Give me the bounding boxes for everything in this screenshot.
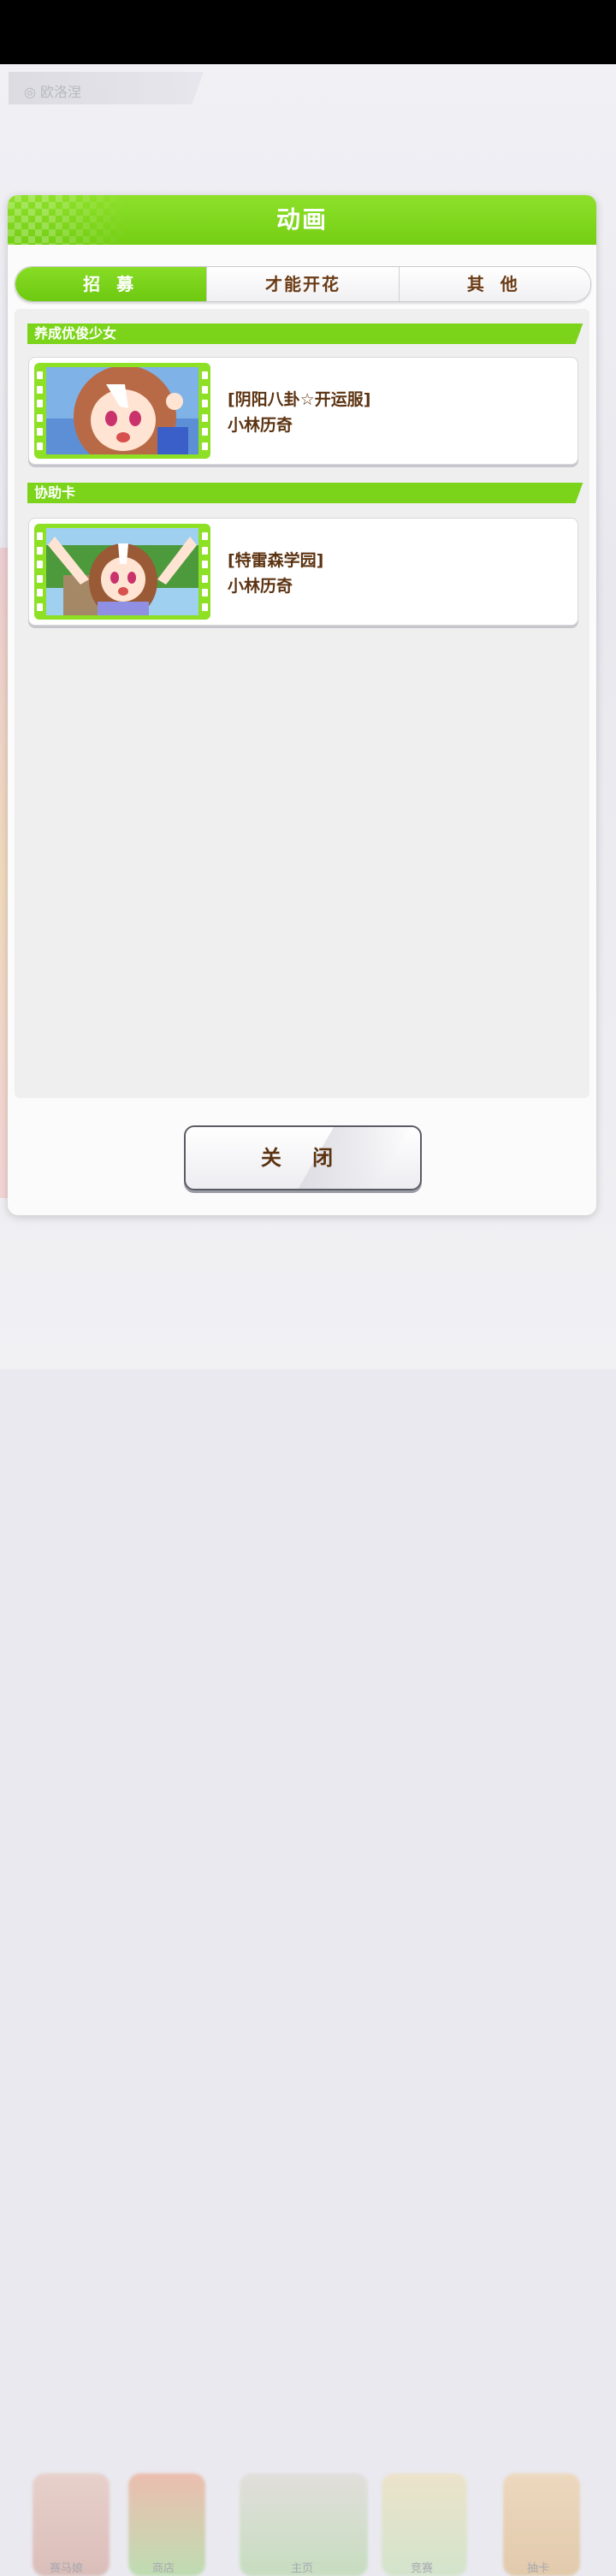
nav-label-race: 竞赛 — [411, 2562, 434, 2575]
nav-label-character: 赛马娘 — [50, 2562, 84, 2575]
nav-label-gacha: 抽卡 — [527, 2562, 550, 2575]
section-header-label: 养成优俊少女 — [34, 325, 117, 341]
tab-other[interactable]: 其 他 — [398, 267, 590, 301]
animation-dialog: 动画 招 募 才能开花 其 他 养成优俊少女 [阴阳八卦☆开运服] 小林历奇 协… — [8, 195, 596, 1215]
close-button[interactable]: 关 闭 — [184, 1125, 422, 1190]
section-header-label: 协助卡 — [34, 484, 76, 501]
dialog-title: 动画 — [275, 205, 328, 234]
animation-item-card[interactable]: [特雷森学园] 小林历奇 — [28, 518, 578, 626]
dialog-header: 动画 — [8, 195, 596, 245]
status-bar — [0, 0, 616, 64]
character-thumbnail-image — [46, 367, 198, 454]
bottom-navigation: 赛马娘 商店 主页 竞赛 抽卡 — [0, 1228, 616, 2576]
close-button-label: 关 闭 — [260, 1146, 346, 1170]
film-strip-holes — [37, 371, 43, 450]
section-header-support-card: 协助卡 — [27, 483, 580, 503]
tab-bar: 招 募 才能开花 其 他 — [15, 266, 591, 302]
character-thumbnail-image — [46, 528, 198, 615]
video-thumbnail[interactable] — [34, 524, 210, 620]
tab-talent-bloom[interactable]: 才能开花 — [206, 267, 399, 301]
tab-recruit[interactable]: 招 募 — [15, 267, 207, 301]
animation-item-card[interactable]: [阴阳八卦☆开运服] 小林历奇 — [28, 357, 578, 465]
film-strip-holes — [202, 371, 208, 450]
animation-title: [阴阳八卦☆开运服] — [228, 390, 371, 409]
section-header-trainee: 养成优俊少女 — [27, 323, 580, 344]
content-panel: 养成优俊少女 [阴阳八卦☆开运服] 小林历奇 协助卡 [特雷森学园] 小林历奇 — [15, 309, 589, 1098]
animation-character-name: 小林历奇 — [228, 416, 293, 435]
nav-label-home: 主页 — [291, 2562, 314, 2575]
animation-character-name: 小林历奇 — [228, 577, 293, 596]
background-tab-label: ◎ 欧洛涅 — [24, 84, 82, 100]
film-strip-holes — [202, 532, 208, 611]
film-strip-holes — [37, 532, 43, 611]
animation-title: [特雷森学园] — [228, 551, 324, 570]
nav-label-shop: 商店 — [152, 2562, 175, 2575]
video-thumbnail[interactable] — [34, 363, 210, 459]
